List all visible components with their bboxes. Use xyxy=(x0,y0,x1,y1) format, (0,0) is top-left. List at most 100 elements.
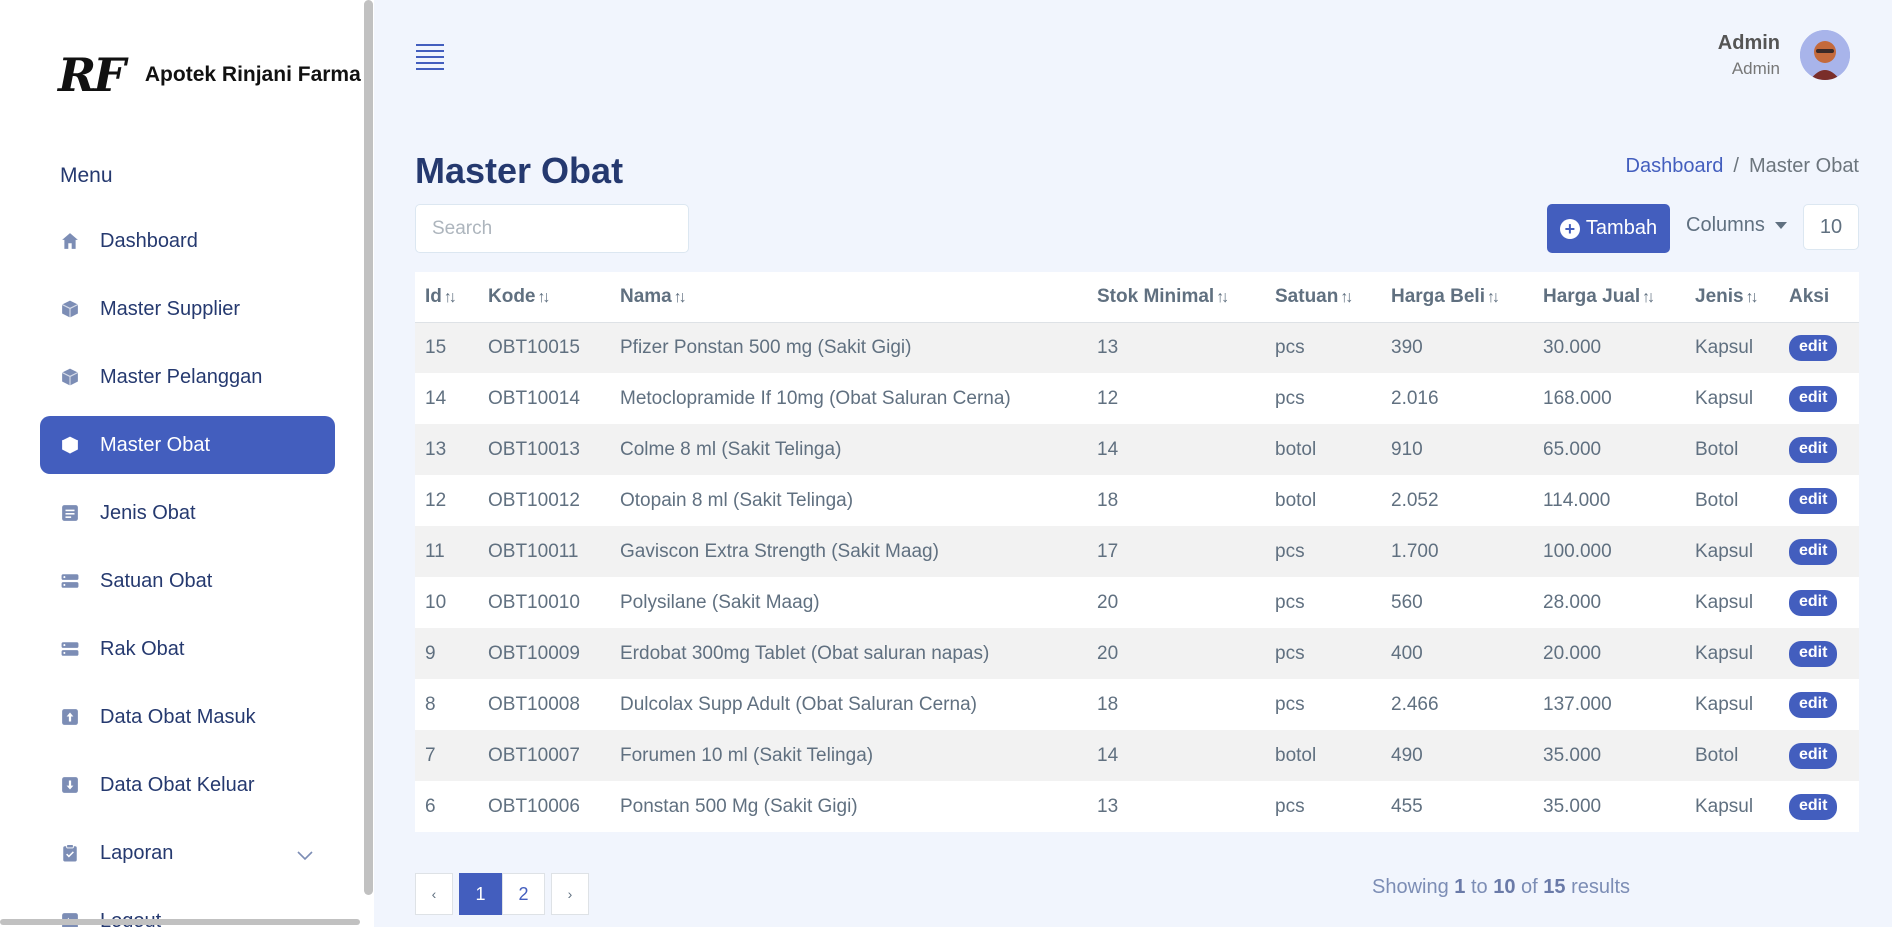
sidebar-item-dashboard[interactable]: Dashboard xyxy=(40,212,335,270)
sidebar-item-label: Satuan Obat xyxy=(100,569,213,592)
server-icon xyxy=(60,639,80,659)
server-icon xyxy=(60,571,80,591)
edit-button[interactable]: edit xyxy=(1789,640,1838,667)
sidebar-item-rak-obat[interactable]: Rak Obat xyxy=(40,620,335,678)
table-cell-kode: OBT10006 xyxy=(488,795,580,817)
plus-circle-icon: + xyxy=(1559,218,1580,239)
table-cell-satuan: pcs xyxy=(1275,336,1305,358)
edit-button[interactable]: edit xyxy=(1789,334,1838,361)
column-header-aksi: Aksi xyxy=(1779,272,1859,323)
table-row: 12 OBT10012 Otopain 8 ml (Sakit Telinga) 18… xyxy=(415,475,1859,526)
chevron-down-icon[interactable] xyxy=(297,844,313,867)
sidebar-scrollbar[interactable] xyxy=(364,0,373,895)
sort-icon[interactable]: ↑↓ xyxy=(1746,289,1759,306)
column-header-harga-jual[interactable]: Harga Jual ↑↓ xyxy=(1533,272,1685,323)
hamburger-menu-icon[interactable] xyxy=(416,44,444,70)
sort-icon[interactable]: ↑↓ xyxy=(538,289,551,306)
edit-button[interactable]: edit xyxy=(1789,742,1838,769)
pagination-next-button[interactable]: › xyxy=(551,873,589,915)
sidebar: RF Apotek Rinjani Farma Menu Dashboard Ma… xyxy=(0,0,374,927)
table-cell-aksi: edit xyxy=(1779,781,1859,832)
table-cell-aksi: edit xyxy=(1779,628,1859,679)
table-cell-nama: Pfizer Ponstan 500 mg (Sakit Gigi) xyxy=(620,336,912,358)
table-cell-harga-jual: 168.000 xyxy=(1543,387,1612,409)
table-cell-harga-jual: 137.000 xyxy=(1543,693,1612,715)
table-row: 15 OBT10015 Pfizer Ponstan 500 mg (Sakit G… xyxy=(415,322,1859,373)
table-cell-jenis: Botol xyxy=(1695,489,1739,511)
edit-button[interactable]: edit xyxy=(1789,691,1838,718)
sidebar-item-master-pelanggan[interactable]: Master Pelanggan xyxy=(40,348,335,406)
table-cell-jenis: Kapsul xyxy=(1695,693,1754,715)
house-icon xyxy=(60,231,80,251)
table-cell-satuan: pcs xyxy=(1275,387,1305,409)
sidebar-item-master-obat[interactable]: Master Obat xyxy=(40,416,335,474)
sort-icon[interactable]: ↑↓ xyxy=(1340,289,1353,306)
pagination-page-1[interactable]: 1 xyxy=(459,873,502,915)
table-cell-satuan: botol xyxy=(1275,744,1317,766)
sidebar-item-master-supplier[interactable]: Master Supplier xyxy=(40,280,335,338)
table-row: 8 OBT10008 Dulcolax Supp Adult (Obat Salur… xyxy=(415,679,1859,730)
pagination-prev-button[interactable]: ‹ xyxy=(415,873,453,915)
edit-button[interactable]: edit xyxy=(1789,385,1838,412)
table-cell-stok-minimal: 18 xyxy=(1097,693,1119,715)
sidebar-item-data-obat-masuk[interactable]: Data Obat Masuk xyxy=(40,688,335,746)
column-header-harga-beli[interactable]: Harga Beli ↑↓ xyxy=(1381,272,1533,323)
sidebar-item-jenis-obat[interactable]: Jenis Obat xyxy=(40,484,335,542)
column-header-jenis[interactable]: Jenis ↑↓ xyxy=(1685,272,1779,323)
column-header-stok-minimal[interactable]: Stok Minimal ↑↓ xyxy=(1087,272,1265,323)
table-cell-nama: Otopain 8 ml (Sakit Telinga) xyxy=(620,489,854,511)
table-cell-kode: OBT10010 xyxy=(488,591,580,613)
sort-icon[interactable]: ↑↓ xyxy=(444,289,457,306)
sort-icon[interactable]: ↑↓ xyxy=(1487,289,1500,306)
avatar[interactable] xyxy=(1800,30,1850,80)
breadcrumb-dashboard-link[interactable]: Dashboard xyxy=(1626,155,1724,178)
table-cell-harga-beli: 910 xyxy=(1391,438,1423,460)
brand-logo[interactable]: RF Apotek Rinjani Farma xyxy=(58,48,361,102)
edit-button[interactable]: edit xyxy=(1789,436,1838,463)
per-page-select[interactable]: 10 xyxy=(1803,204,1859,250)
table-cell-stok-minimal: 18 xyxy=(1097,489,1119,511)
user-menu[interactable]: Admin Admin xyxy=(1718,30,1850,80)
edit-button[interactable]: edit xyxy=(1789,487,1838,514)
add-button-label: Tambah xyxy=(1585,217,1658,239)
box-icon xyxy=(60,367,80,387)
arrow-down-square-icon xyxy=(60,775,80,795)
results-summary: Showing 1 to 10 of 15 results xyxy=(1372,876,1630,899)
columns-dropdown[interactable]: Columns xyxy=(1686,214,1787,237)
sidebar-item-label: Laporan xyxy=(100,841,174,864)
table-cell-stok-minimal: 12 xyxy=(1097,387,1119,409)
sidebar-horizontal-scrollbar[interactable] xyxy=(0,919,360,925)
table-cell-harga-beli: 2.466 xyxy=(1391,693,1439,715)
table-cell-kode: OBT10013 xyxy=(488,438,580,460)
column-header-satuan[interactable]: Satuan ↑↓ xyxy=(1265,272,1381,323)
pagination-page-2[interactable]: 2 xyxy=(502,873,545,915)
sidebar-item-satuan-obat[interactable]: Satuan Obat xyxy=(40,552,335,610)
table-cell-stok-minimal: 13 xyxy=(1097,336,1119,358)
column-header-nama[interactable]: Nama ↑↓ xyxy=(610,272,1087,323)
add-button[interactable]: + Tambah xyxy=(1547,204,1670,253)
sidebar-item-label: Dashboard xyxy=(100,229,198,252)
sidebar-item-data-obat-keluar[interactable]: Data Obat Keluar xyxy=(40,756,335,814)
table-cell-harga-beli: 560 xyxy=(1391,591,1423,613)
edit-button[interactable]: edit xyxy=(1789,793,1838,820)
sort-icon[interactable]: ↑↓ xyxy=(1642,289,1655,306)
breadcrumb: Dashboard / Master Obat xyxy=(1626,155,1859,178)
table-cell-id: 6 xyxy=(425,795,436,817)
table-cell-harga-jual: 20.000 xyxy=(1543,642,1602,664)
sort-icon[interactable]: ↑↓ xyxy=(674,289,687,306)
search-input[interactable] xyxy=(415,204,689,253)
table-header-row: Id ↑↓ Kode ↑↓ Nama ↑↓ Stok Minimal ↑↓ Satuan ↑↓ Ha… xyxy=(415,272,1859,323)
caret-down-icon xyxy=(1774,222,1787,229)
table-cell-kode: OBT10015 xyxy=(488,336,580,358)
column-header-kode[interactable]: Kode ↑↓ xyxy=(478,272,610,323)
table-cell-id: 13 xyxy=(425,438,447,460)
column-header-id[interactable]: Id ↑↓ xyxy=(415,272,478,323)
sort-icon[interactable]: ↑↓ xyxy=(1216,289,1229,306)
table-cell-satuan: botol xyxy=(1275,438,1317,460)
edit-button[interactable]: edit xyxy=(1789,589,1838,616)
edit-button[interactable]: edit xyxy=(1789,538,1838,565)
table-cell-harga-beli: 1.700 xyxy=(1391,540,1439,562)
sidebar-item-laporan[interactable]: Laporan xyxy=(40,824,335,882)
table-cell-id: 11 xyxy=(425,540,445,562)
table-cell-kode: OBT10012 xyxy=(488,489,580,511)
